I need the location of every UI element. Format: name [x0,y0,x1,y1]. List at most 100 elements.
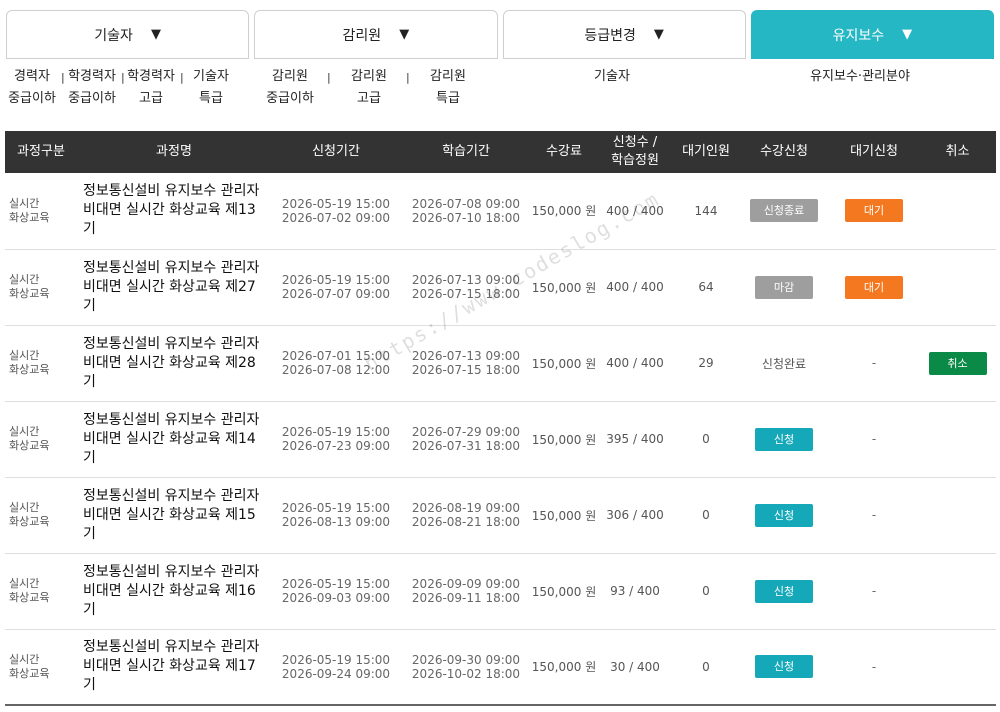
subtab-academic-career-advanced[interactable]: 학경력자 고급 [124,66,178,110]
chevron-down-icon: ▼ [653,27,664,42]
wait-apply-cell: - [871,432,877,446]
wait-apply-cell: - [871,356,877,370]
subtab-academic-career-intermediate[interactable]: 학경력자중급이하 [65,66,119,110]
tab-supervisor[interactable]: 감리원 ▼ [254,10,498,59]
wait-apply-cell: - [871,659,877,674]
date-end: 2026-08-13 09:00 [281,515,391,529]
kind-line: 화상교육 [9,666,50,680]
enroll-cell: 신청 [739,477,829,553]
col-header-waiting: 대기인원 [682,144,730,159]
date-start: 2026-09-30 09:00 [411,652,521,667]
wait-apply-cell: - [871,508,877,522]
apply-button[interactable]: 신청 [755,503,813,527]
subtab-supervisor-intermediate[interactable]: 감리원 중급이하 [263,66,317,110]
enroll-cell: 신청종료 [739,173,829,249]
category-tabs: 기술자 ▼ 감리원 ▼ 등급변경 ▼ 유지보수 ▼ [6,10,994,59]
subtab-line: 기술자 [193,69,229,84]
subtab-career-intermediate[interactable]: 경력자중급이하 [5,66,59,110]
enroll-cell: 신청 [739,553,829,629]
date-start: 2026-05-19 15:00 [281,196,391,211]
apply-period: 2026-07-01 15:00 2026-07-08 12:00 [271,325,401,401]
wait-button[interactable]: 대기 [845,199,903,223]
course-name[interactable]: 정보통신설비 유지보수 관리자 비대면 실시간 화상교육 제14기 [77,401,271,477]
course-name[interactable]: 정보통신설비 유지보수 관리자 비대면 실시간 화상교육 제13기 [77,173,271,249]
tab-technician[interactable]: 기술자 ▼ [6,10,250,59]
study-period: 2026-09-09 09:00 2026-09-11 18:00 [401,553,531,629]
apply-button[interactable]: 신청 [755,427,813,451]
apply-period: 2026-05-19 15:00 2026-09-03 09:00 [271,553,401,629]
enroll-full-badge: 마감 [755,275,813,299]
date-end: 2026-08-21 18:00 [411,515,521,529]
subtab-line: 학경력자 [68,69,116,84]
subtab-line: 중급이하 [8,91,56,106]
date-end: 2026-07-15 18:00 [411,363,521,377]
cancel-button[interactable]: 취소 [928,351,987,375]
table-row: 실시간 화상교육 정보통신설비 유지보수 관리자 비대면 실시간 화상교육 제14… [5,401,996,477]
tab-grade-change[interactable]: 등급변경 ▼ [502,10,746,59]
date-end: 2026-07-15 18:00 [411,287,521,301]
course-name[interactable]: 정보통신설비 유지보수 관리자 비대면 실시간 화상교육 제16기 [77,553,271,629]
date-end: 2026-09-03 09:00 [281,591,391,605]
chevron-down-icon: ▼ [399,27,410,42]
cancel-cell: 취소 [919,325,996,401]
kind-line: 실시간 [9,501,40,514]
subtab-grade-technician[interactable]: 기술자 [585,66,639,88]
course-fee: 150,000 원 [531,660,597,675]
course-name[interactable]: 정보통신설비 유지보수 관리자 비대면 실시간 화상교육 제15기 [77,477,271,553]
col-header-name: 과정명 [156,144,192,159]
subtab-maintenance-field[interactable]: 유지보수·관리분야 [790,66,930,88]
course-name[interactable]: 정보통신설비 유지보수 관리자 비대면 실시간 화상교육 제28기 [77,325,271,401]
subtab-line: 경력자 [14,69,50,84]
cancel-cell [919,477,996,553]
course-kind: 실시간 화상교육 [5,249,77,325]
subtab-line: 학경력자 [127,69,175,84]
wait-button[interactable]: 대기 [845,275,903,299]
subtab-supervisor-advanced[interactable]: 감리원 고급 [344,66,394,110]
course-fee: 150,000 원 [531,280,597,295]
enroll-count: 306 / 400 [606,508,664,522]
subtab-supervisor-special[interactable]: 감리원 특급 [423,66,473,110]
separator: | [406,71,410,84]
date-start: 2026-05-19 15:00 [281,425,391,439]
subtab-line: 중급이하 [68,91,116,106]
subtab-line: 감리원 [272,69,308,84]
apply-button[interactable]: 신청 [755,579,813,603]
table-row: 실시간 화상교육 정보통신설비 유지보수 관리자 비대면 실시간 화상교육 제27… [5,249,996,325]
table-row: 실시간 화상교육 정보통신설비 유지보수 관리자 비대면 실시간 화상교육 제16… [5,553,996,629]
tab-maintenance[interactable]: 유지보수 ▼ [750,10,994,59]
kind-line: 화상교육 [9,363,50,376]
waiting-count: 29 [698,356,714,370]
course-name[interactable]: 정보통신설비 유지보수 관리자 비대면 실시간 화상교육 제27기 [77,249,271,325]
study-period: 2026-07-08 09:00 2026-07-10 18:00 [401,173,531,249]
course-name[interactable]: 정보통신설비 유지보수 관리자 비대면 실시간 화상교육 제17기 [77,629,271,705]
date-end: 2026-07-23 09:00 [281,439,391,453]
col-header-cancel: 취소 [945,144,970,159]
subcategory-row: 경력자 중급이하 | 학경력자 중급이하 | 학경력자 고급 | 기술자 특급 감리원 중… [0,66,1000,116]
col-header-count: 신청수 / 학습정원 [597,131,673,173]
enroll-cell: 마감 [739,249,829,325]
date-end: 2026-07-08 12:00 [281,363,391,377]
date-start: 2026-07-13 09:00 [411,273,521,287]
date-start: 2026-05-19 15:00 [281,577,391,591]
apply-period: 2026-05-19 15:00 2026-07-02 09:00 [271,173,401,249]
date-start: 2026-05-19 15:00 [281,273,391,287]
course-kind: 실시간 화상교육 [5,477,77,553]
kind-line: 화상교육 [9,591,50,604]
header-line: 신청수 / [612,135,658,150]
kind-line: 실시간 [9,577,40,590]
course-kind: 실시간 화상교육 [5,325,77,401]
subtab-technician-special[interactable]: 기술자 특급 [186,66,236,110]
tab-label: 기술자 [94,27,133,44]
cancel-cell [919,249,996,325]
date-start: 2026-05-19 15:00 [281,652,391,667]
date-start: 2026-08-19 09:00 [411,501,521,515]
header-line: 학습정원 [611,153,659,168]
subtab-line: 특급 [436,91,460,106]
course-kind: 실시간 화상교육 [5,629,77,705]
course-fee: 150,000 원 [531,204,597,219]
study-period: 2026-08-19 09:00 2026-08-21 18:00 [401,477,531,553]
date-end: 2026-10-02 18:00 [411,666,521,681]
apply-period: 2026-05-19 15:00 2026-07-07 09:00 [271,249,401,325]
apply-button[interactable]: 신청 [755,655,813,679]
course-kind: 실시간 화상교육 [5,553,77,629]
